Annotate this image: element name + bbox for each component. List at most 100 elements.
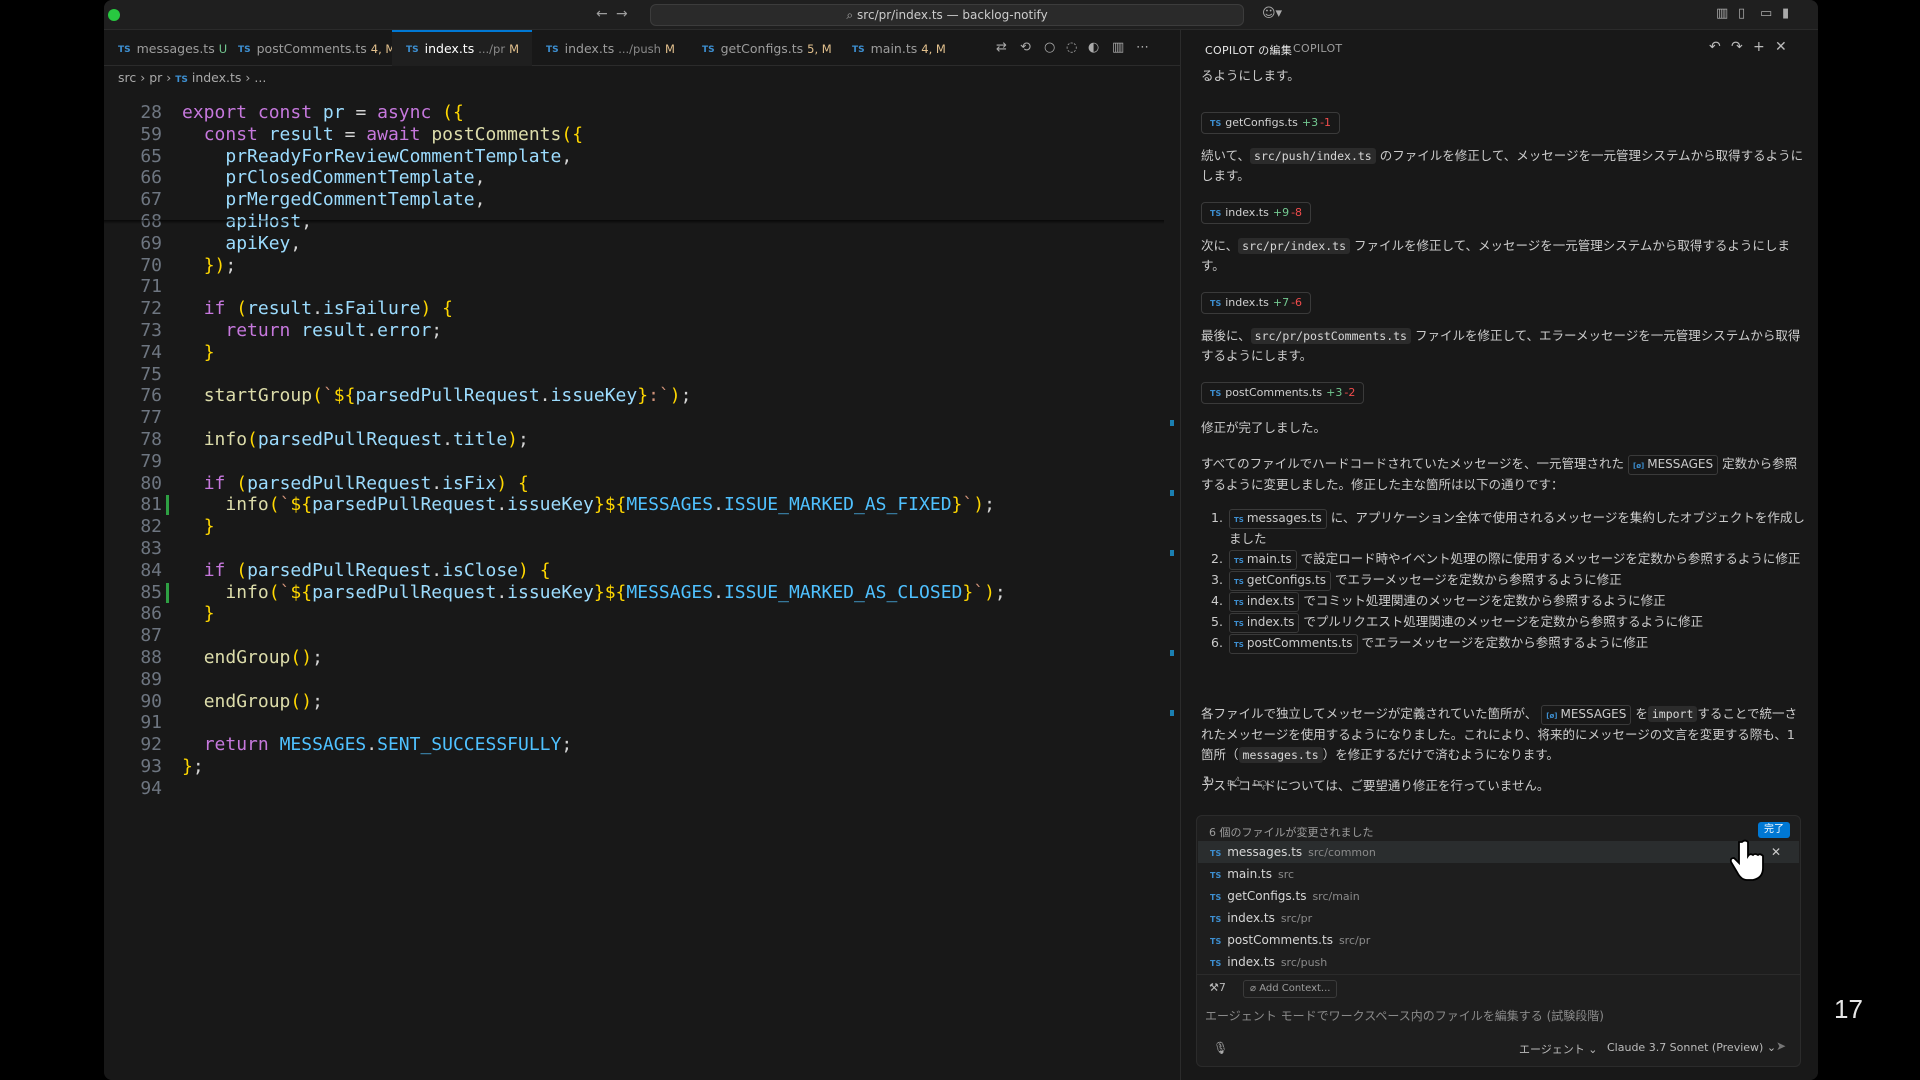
tools-button[interactable]: ⚒7 bbox=[1209, 981, 1226, 994]
changed-file-item[interactable]: TS messages.ts src/common ✕ bbox=[1198, 841, 1799, 863]
code-text: export const pr = async ({ bbox=[182, 102, 464, 123]
retry-icon[interactable]: ↻ bbox=[1203, 774, 1215, 790]
symbol-chip[interactable]: [ø] MESSAGES bbox=[1541, 705, 1632, 725]
changed-file-item[interactable]: TS index.ts src/pr bbox=[1198, 907, 1799, 929]
breadcrumb-item[interactable]: src bbox=[118, 70, 136, 85]
close-icon[interactable]: ✕ bbox=[1775, 39, 1787, 55]
chat-header: COPILOT の編集 COPILOT ↶ ↷ + ✕ bbox=[1181, 30, 1818, 66]
scroll-marker bbox=[1170, 550, 1174, 556]
model-select[interactable]: Claude 3.7 Sonnet (Preview) ⌄ bbox=[1607, 1041, 1776, 1054]
panel-toggle-icon[interactable]: ▭ bbox=[1760, 6, 1772, 21]
forward-arrow-icon[interactable]: → bbox=[616, 6, 628, 22]
line-number: 93 bbox=[140, 756, 162, 777]
thumbs-up-icon[interactable]: 👍︎ bbox=[1227, 774, 1242, 791]
file-chip-inline[interactable]: TS main.ts bbox=[1229, 550, 1297, 570]
tab-copilot[interactable]: COPILOT bbox=[1293, 42, 1342, 55]
edited-file-chip[interactable]: TS getConfigs.ts +3 -1 bbox=[1201, 112, 1341, 134]
changed-file-item[interactable]: TS getConfigs.ts src/main bbox=[1198, 885, 1799, 907]
redo-icon[interactable]: ↷ bbox=[1731, 39, 1743, 55]
code-text: if (parsedPullRequest.isClose) { bbox=[203, 560, 551, 581]
close-icon[interactable]: ✕ bbox=[1771, 841, 1781, 863]
list-item: 5. TS index.ts でプルリクエスト処理関連のメッセージを定数から参照する… bbox=[1201, 612, 1806, 633]
code-text: info(`${parsedPullRequest.issueKey}${MES… bbox=[225, 494, 995, 515]
line-number: 75 bbox=[140, 364, 162, 385]
lines-added: +9 bbox=[1272, 206, 1290, 219]
diff-icon[interactable]: ⇄ bbox=[996, 40, 1007, 55]
more-actions-icon[interactable]: ⋯ bbox=[1136, 40, 1149, 55]
tab-postcomments-ts[interactable]: TS postComments.ts 4, M bbox=[224, 30, 395, 66]
typescript-icon: TS bbox=[546, 45, 559, 55]
mode-select[interactable]: エージェント ⌄ bbox=[1519, 1041, 1598, 1057]
split-editor-icon[interactable]: ▥ bbox=[1112, 40, 1124, 55]
file-chip-inline[interactable]: TS index.ts bbox=[1229, 613, 1300, 633]
breadcrumb-item[interactable]: index.ts bbox=[192, 70, 242, 85]
chat-text: 修正が完了しました。 bbox=[1201, 420, 1327, 435]
sticky-scroll-shadow bbox=[104, 220, 1164, 224]
line-number: 84 bbox=[140, 560, 162, 581]
breadcrumb-item[interactable]: pr bbox=[149, 70, 162, 85]
typescript-icon: TS bbox=[238, 45, 251, 55]
list-item: 6. TS postComments.ts でエラーメッセージを定数から参照するよう… bbox=[1201, 633, 1806, 654]
code-line: 67 prMergedCommentTemplate, bbox=[104, 189, 1164, 211]
inline-code: src/pr/index.ts bbox=[1238, 238, 1350, 254]
code-editor[interactable]: 28 export const pr = async ({59 const res… bbox=[104, 88, 1164, 799]
chat-prompt-input[interactable] bbox=[1205, 1009, 1793, 1023]
file-chip-inline[interactable]: TS postComments.ts bbox=[1229, 634, 1358, 654]
changed-file-item[interactable]: TS postComments.ts src/pr bbox=[1198, 929, 1799, 951]
microphone-icon[interactable]: 🎙︎ bbox=[1213, 1041, 1228, 1055]
code-text: const result = await postComments({ bbox=[203, 124, 584, 145]
secondary-sidebar-toggle-icon[interactable]: ▮ bbox=[1782, 6, 1789, 21]
command-center-search[interactable]: ⌕ src/pr/index.ts — backlog-notify bbox=[650, 4, 1244, 26]
next-change-icon[interactable]: ◌ bbox=[1066, 40, 1077, 55]
line-number: 69 bbox=[140, 233, 162, 254]
edited-file-chip[interactable]: TS postComments.ts +3 -2 bbox=[1201, 382, 1365, 404]
line-number: 88 bbox=[140, 647, 162, 668]
list-item: 4. TS index.ts でコミット処理関連のメッセージを定数から参照するように… bbox=[1201, 591, 1806, 612]
tab-messages-ts[interactable]: TS messages.ts U bbox=[104, 30, 227, 66]
code-line: 77 bbox=[104, 407, 1164, 429]
window-control-icon[interactable] bbox=[108, 9, 120, 21]
tab-copilot-edits[interactable]: COPILOT の編集 bbox=[1205, 42, 1292, 58]
tab-main-ts[interactable]: TS main.ts 4, M bbox=[838, 30, 968, 66]
lines-added: +7 bbox=[1272, 296, 1290, 309]
copilot-inline-icon[interactable]: ◐ bbox=[1088, 40, 1099, 55]
new-session-icon[interactable]: + bbox=[1753, 39, 1765, 55]
line-number: 80 bbox=[140, 473, 162, 494]
tab-getconfigs-ts[interactable]: TS getConfigs.ts 5, M bbox=[688, 30, 838, 66]
edited-file-chip[interactable]: TS index.ts +9 -8 bbox=[1201, 202, 1312, 224]
undo-icon[interactable]: ↶ bbox=[1709, 39, 1721, 55]
editor-scrollbar[interactable] bbox=[1166, 90, 1178, 1080]
code-text: startGroup(`${parsedPullRequest.issueKey… bbox=[203, 385, 692, 406]
changed-file-item[interactable]: TS index.ts src/push bbox=[1198, 951, 1799, 973]
code-line: 86 } bbox=[104, 603, 1164, 625]
file-chip-inline[interactable]: TS messages.ts bbox=[1229, 509, 1327, 529]
edited-file-chip[interactable]: TS index.ts +7 -6 bbox=[1201, 292, 1312, 314]
add-context-button[interactable]: ⌀ Add Context... bbox=[1243, 980, 1338, 998]
tab-status: M bbox=[509, 42, 520, 56]
tab-pr-index-ts[interactable]: TS index.ts .../pr M bbox=[392, 30, 532, 66]
layout-toggle-icon[interactable]: ▥ bbox=[1716, 6, 1728, 21]
send-icon[interactable]: ➤ bbox=[1776, 1039, 1786, 1053]
line-number: 67 bbox=[140, 189, 162, 210]
editor-tabs: TS messages.ts U TS postComments.ts 4, M TS i… bbox=[104, 30, 1180, 66]
chip-label: postComments.ts bbox=[1225, 386, 1323, 399]
thumbs-down-icon[interactable]: 👎︎ bbox=[1253, 774, 1267, 791]
tab-push-index-ts[interactable]: TS index.ts .../push M bbox=[532, 30, 688, 66]
file-chip-inline[interactable]: TS index.ts bbox=[1229, 592, 1300, 612]
circle-icon[interactable]: ○ bbox=[1044, 40, 1055, 55]
breadcrumb-item[interactable]: ... bbox=[254, 70, 266, 85]
code-line: 90 endGroup(); bbox=[104, 691, 1164, 713]
done-button[interactable]: 完了 bbox=[1758, 822, 1790, 838]
symbol-chip[interactable]: [ø] MESSAGES bbox=[1628, 455, 1719, 475]
timeline-icon[interactable]: ⟲ bbox=[1020, 40, 1031, 55]
chip-label: index.ts bbox=[1225, 296, 1269, 309]
code-text: if (parsedPullRequest.isFix) { bbox=[203, 473, 529, 494]
code-text: } bbox=[203, 516, 215, 537]
back-arrow-icon[interactable]: ← bbox=[596, 6, 608, 22]
copilot-icon[interactable]: ☺▾ bbox=[1262, 6, 1282, 21]
file-chip-inline[interactable]: TS getConfigs.ts bbox=[1229, 571, 1332, 591]
added-line-gutter-marker bbox=[166, 495, 169, 515]
changed-file-item[interactable]: TS main.ts src bbox=[1198, 863, 1799, 885]
sidebar-toggle-icon[interactable]: ▯ bbox=[1738, 6, 1745, 21]
code-line: 59 const result = await postComments({ bbox=[104, 124, 1164, 146]
